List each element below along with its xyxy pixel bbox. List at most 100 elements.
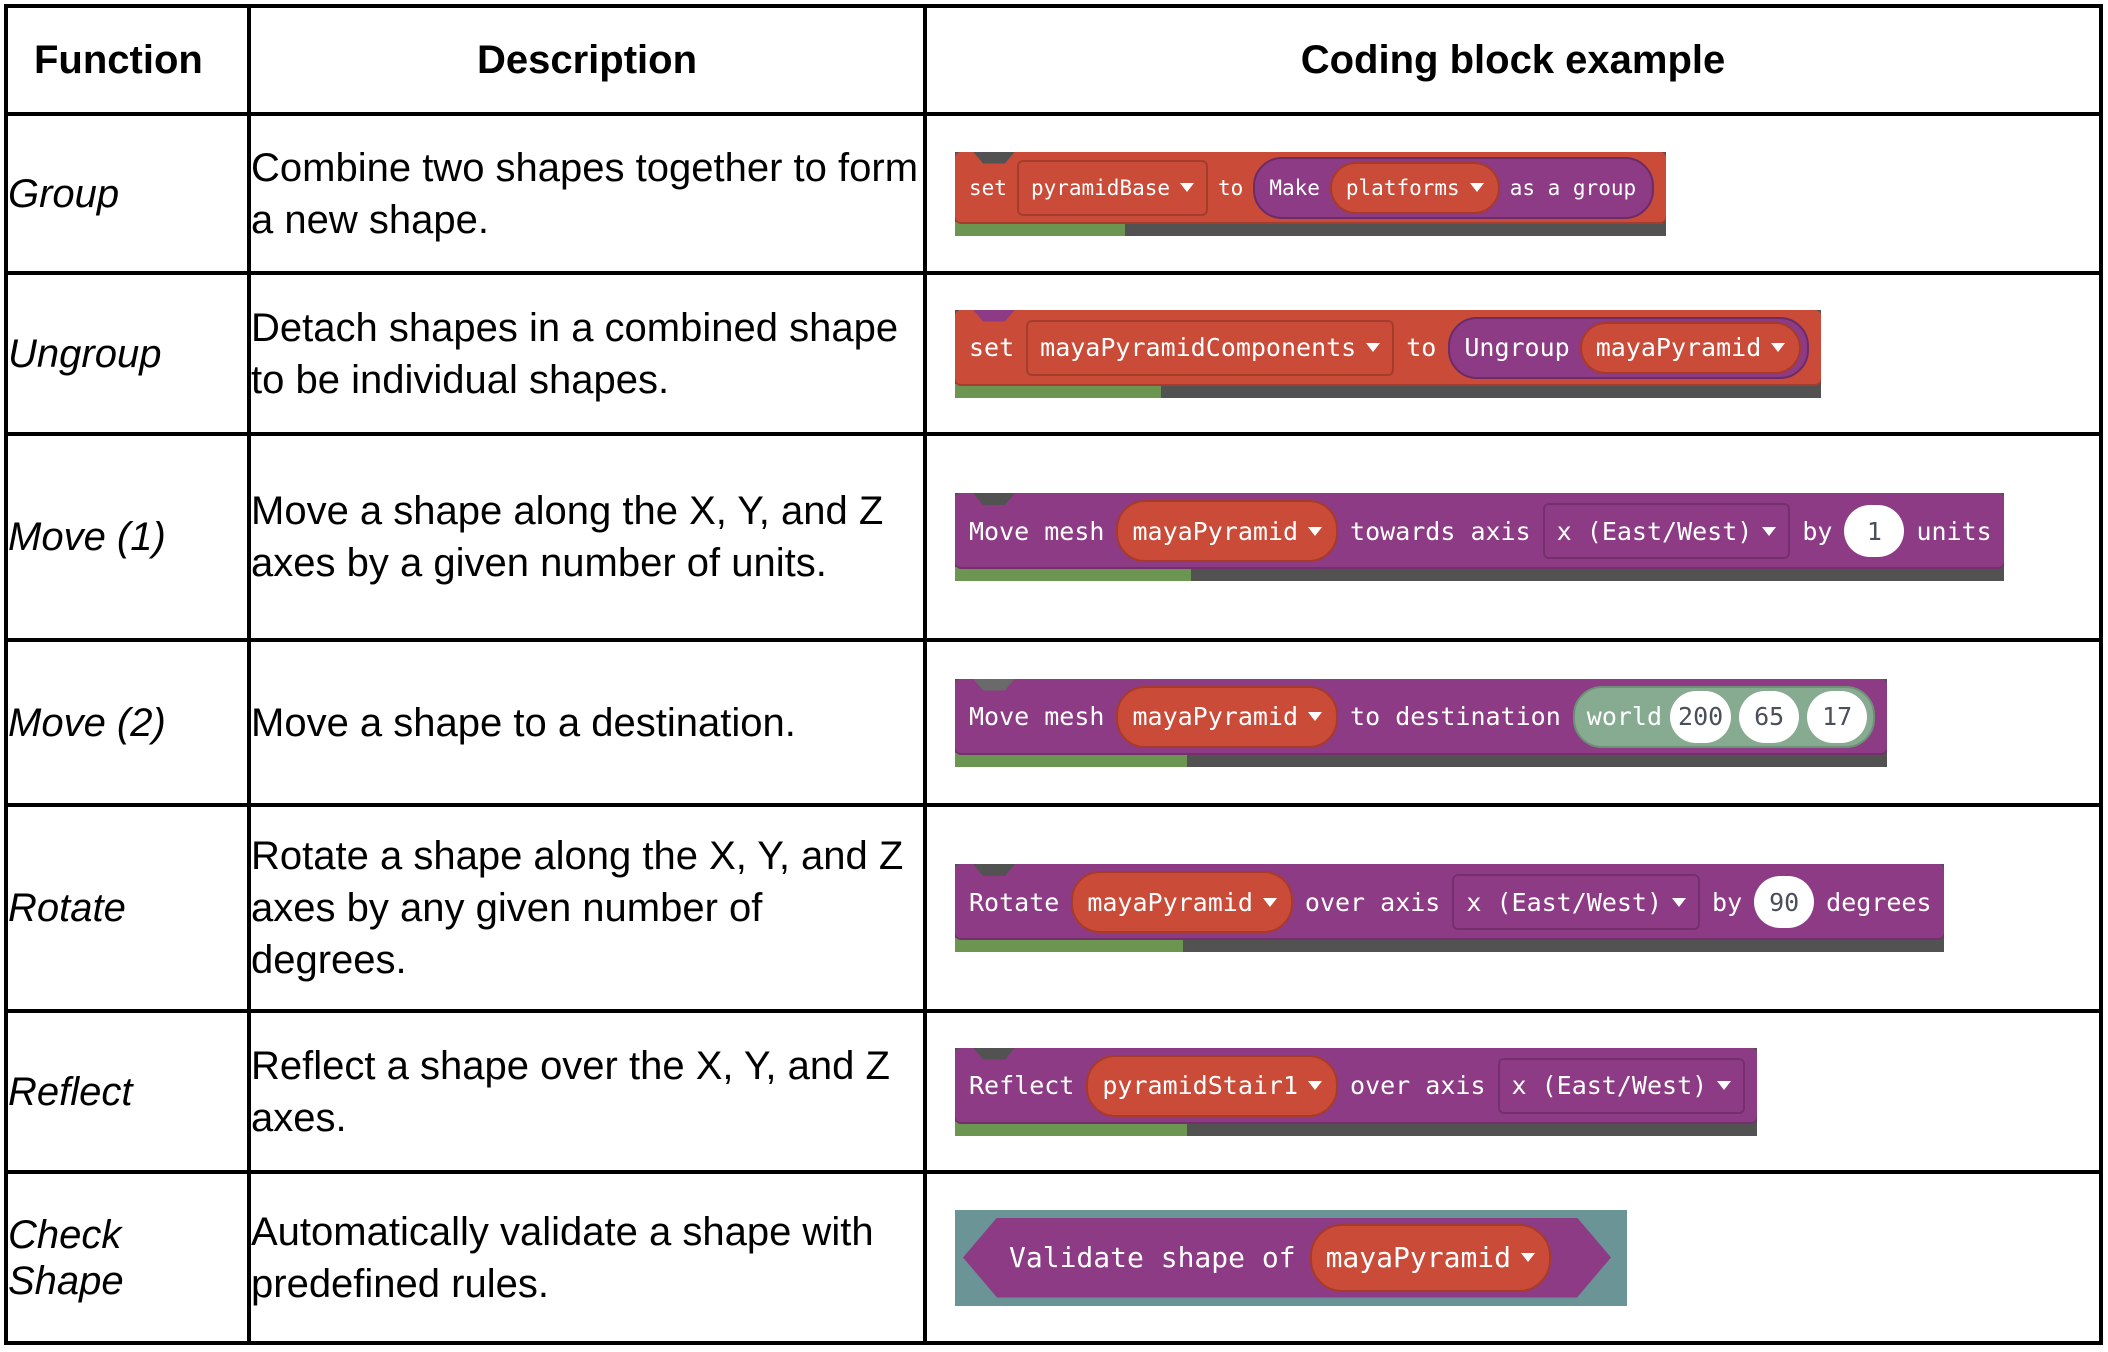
mesh-dropdown: pyramidStair1 [1086,1054,1339,1117]
dropdown-caret-icon [1180,183,1195,192]
to-keyword: to [1218,175,1244,200]
x-number-input: 200 [1670,690,1732,743]
mesh-dropdown: mayaPyramid [1071,871,1293,933]
rotate-block-image: Rotate mayaPyramid over axis x (East/Wes… [955,864,1944,952]
dropdown-caret-icon [1672,897,1687,907]
move-mesh-block: Move mesh mayaPyramid to destination wor… [955,678,1888,755]
move-destination-block-image: Move mesh mayaPyramid to destination wor… [955,678,1888,767]
axis-dropdown: x (East/West) [1452,874,1701,930]
rotate-keyword: Rotate [969,887,1060,917]
ungroup-block: Ungroup mayaPyramid [1448,316,1810,379]
header-row: Function Description Coding block exampl… [4,4,2103,116]
variable-name: pyramidBase [1030,175,1171,200]
function-description: Move a shape along the X, Y, and Z axes … [247,432,927,642]
workspace-green-strip [955,567,1191,581]
mesh-value: mayaPyramid [1595,333,1762,362]
dropdown-caret-icon [1469,183,1484,192]
variable-dropdown: pyramidBase [1016,159,1209,216]
z-number-input: 17 [1807,690,1868,743]
coding-block-cell: Validate shape of mayaPyramid [923,1170,2103,1345]
function-description: Combine two shapes together to form a ne… [247,112,927,275]
degrees-keyword: degrees [1826,887,1932,917]
dropdown-caret-icon [1521,1253,1535,1262]
move-mesh-keyword: Move mesh [969,702,1105,731]
block-notch [973,309,1015,322]
over-axis-keyword: over axis [1350,1071,1486,1100]
axis-dropdown: x (East/West) [1497,1057,1746,1114]
set-keyword: set [969,333,1015,362]
dropdown-caret-icon [1308,526,1323,536]
table-row: Check Shape Automatically validate a sha… [4,1170,2103,1345]
workspace-green-strip [955,383,1161,398]
dropdown-caret-icon [1717,1081,1732,1090]
units-keyword: units [1916,516,1992,546]
table-row: Move (2) Move a shape to a destination. … [4,638,2103,807]
world-keyword: world [1586,702,1663,731]
coding-block-cell: set mayaPyramidComponents to Ungroup may… [923,271,2103,436]
by-keyword: by [1712,887,1743,917]
table-row: Group Combine two shapes together to for… [4,112,2103,275]
block-notch [973,493,1015,505]
workspace-green-strip [955,221,1125,236]
axis-value: x (East/West) [1556,516,1753,546]
make-keyword: Make [1269,175,1320,200]
validate-shape-block: Validate shape of mayaPyramid [963,1218,1611,1298]
dropdown-caret-icon [1308,1081,1323,1090]
axis-value: x (East/West) [1511,1071,1708,1100]
function-name: Move (2) [4,638,251,807]
set-variable-block: set pyramidBase to Make platforms as a g… [955,151,1667,224]
coding-block-cell: set pyramidBase to Make platforms as a g… [923,112,2103,275]
coding-block-cell: Move mesh mayaPyramid to destination wor… [923,638,2103,807]
mesh-value: mayaPyramid [1325,1241,1512,1274]
function-name: Group [4,112,251,275]
dropdown-caret-icon [1762,526,1777,536]
platforms-dropdown: platforms [1329,161,1500,214]
as-a-group-keyword: as a group [1509,175,1637,200]
mesh-dropdown: mayaPyramid [1116,685,1339,748]
functions-table: Function Description Coding block exampl… [4,4,2103,1345]
block-notch [973,1047,1015,1060]
variable-name: mayaPyramidComponents [1040,333,1357,362]
reflect-block: Reflect pyramidStair1 over axis x (East/… [955,1047,1758,1124]
towards-axis-keyword: towards axis [1350,516,1531,546]
table-row: Ungroup Detach shapes in a combined shap… [4,271,2103,436]
ungroup-keyword: Ungroup [1464,333,1570,362]
block-notch [973,678,1015,691]
move-mesh-block: Move mesh mayaPyramid towards axis x (Ea… [955,493,2004,569]
mesh-dropdown: mayaPyramid [1116,500,1339,562]
dropdown-caret-icon [1366,343,1381,352]
variable-dropdown: mayaPyramidComponents [1026,319,1395,376]
degrees-number-input: 90 [1754,876,1815,928]
set-keyword: set [969,175,1007,200]
over-axis-keyword: over axis [1304,887,1441,917]
block-notch [973,864,1015,876]
block-notch [973,151,1015,164]
coding-block-cell: Move mesh mayaPyramid towards axis x (Ea… [923,432,2103,642]
header-coding-block: Coding block example [923,4,2103,116]
set-variable-block: set mayaPyramidComponents to Ungroup may… [955,309,1822,386]
header-description: Description [247,4,927,116]
mesh-value: pyramidStair1 [1102,1071,1299,1100]
units-number-input: 1 [1844,505,1905,557]
move-mesh-keyword: Move mesh [969,516,1105,546]
mesh-dropdown: mayaPyramid [1310,1224,1551,1292]
platforms-value: platforms [1345,175,1460,200]
workspace-green-strip [955,938,1183,952]
dropdown-caret-icon [1771,343,1786,352]
table-row: Move (1) Move a shape along the X, Y, an… [4,432,2103,642]
ungroup-block-image: set mayaPyramidComponents to Ungroup may… [955,309,1822,398]
dropdown-caret-icon [1308,712,1323,721]
table-row: Rotate Rotate a shape along the X, Y, an… [4,803,2103,1013]
by-keyword: by [1802,516,1833,546]
function-description: Move a shape to a destination. [247,638,927,807]
axis-dropdown: x (East/West) [1542,503,1791,559]
function-description: Automatically validate a shape with pred… [247,1170,927,1345]
function-name: Ungroup [4,271,251,436]
mesh-dropdown: mayaPyramid [1579,321,1802,374]
function-name: Rotate [4,803,251,1013]
workspace-green-strip [955,752,1187,767]
group-block-image: set pyramidBase to Make platforms as a g… [955,151,1667,236]
reflect-keyword: Reflect [969,1071,1075,1100]
dropdown-caret-icon [1262,897,1277,907]
axis-value: x (East/West) [1466,887,1663,917]
